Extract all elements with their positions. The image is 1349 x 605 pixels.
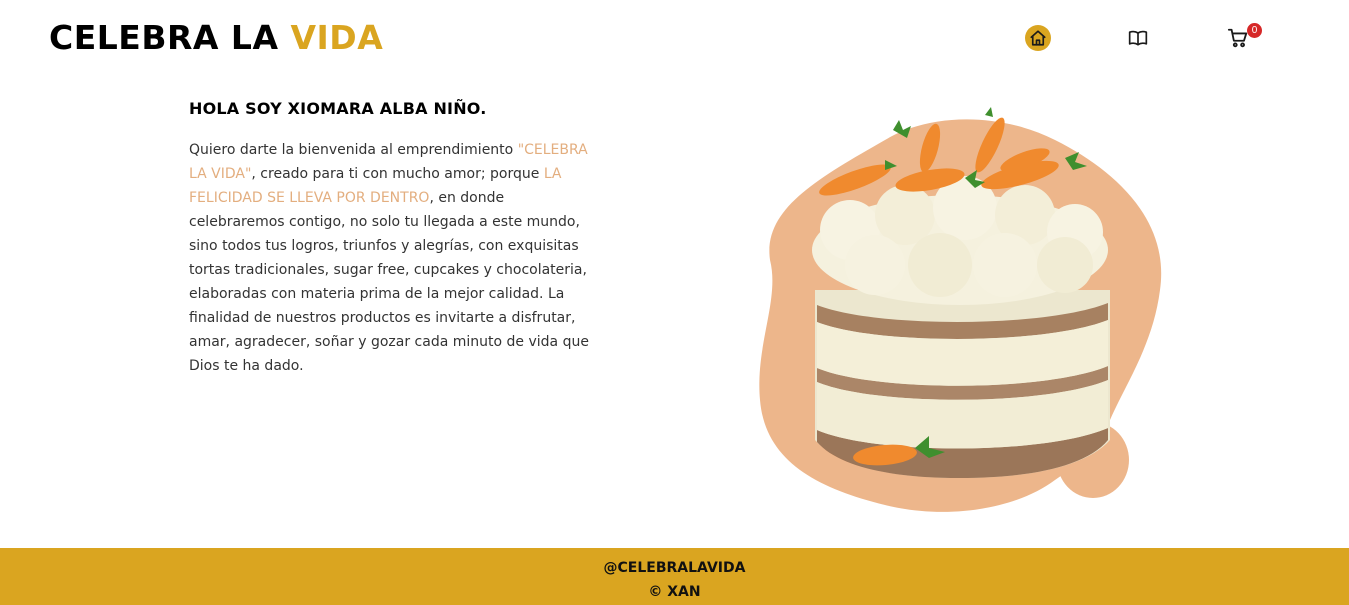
- cart-icon: [1227, 28, 1248, 48]
- intro-text-3: , en donde celebraremos contigo, no solo…: [189, 190, 589, 374]
- logo-text-main: CELEBRA LA: [49, 18, 291, 57]
- logo-text-accent: VIDA: [290, 18, 384, 57]
- intro-paragraph: Quiero darte la bienvenida al emprendimi…: [189, 138, 589, 378]
- intro-text-2: , creado para ti con mucho amor; porque: [251, 166, 544, 182]
- footer-handle[interactable]: @CELEBRALAVIDA: [0, 556, 1349, 580]
- site-footer: @CELEBRALAVIDA © XAN: [0, 548, 1349, 605]
- nav-home-button[interactable]: [1025, 25, 1051, 51]
- intro-text-1: Quiero darte la bienvenida al emprendimi…: [189, 142, 518, 158]
- intro-section: HOLA SOY XIOMARA ALBA NIÑO. Quiero darte…: [189, 98, 599, 378]
- site-header: CELEBRA LA VIDA 0: [0, 0, 1349, 80]
- book-icon: [1128, 30, 1148, 46]
- nav-cart-button[interactable]: 0: [1225, 23, 1262, 51]
- nav-book-button[interactable]: [1125, 25, 1151, 51]
- hero-image: [755, 100, 1175, 520]
- home-icon: [1030, 30, 1046, 46]
- footer-copyright: © XAN: [648, 584, 701, 600]
- site-logo[interactable]: CELEBRA LA VIDA: [49, 18, 383, 58]
- cart-count-badge: 0: [1247, 23, 1262, 38]
- intro-title: HOLA SOY XIOMARA ALBA NIÑO.: [189, 99, 487, 118]
- carrot-cake-illustration: [759, 107, 1162, 512]
